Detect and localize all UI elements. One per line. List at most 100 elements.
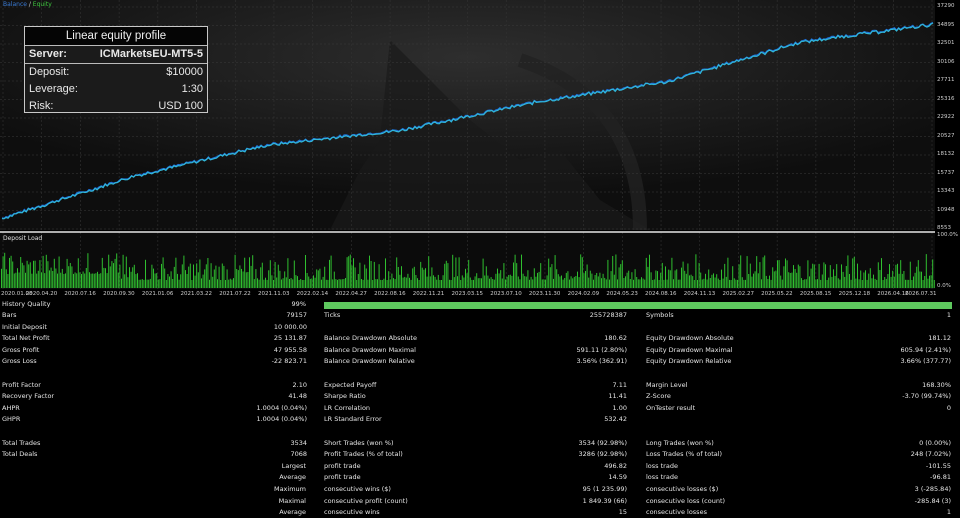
- deposit-load-bar: [186, 274, 188, 288]
- deposit-load-bar: [794, 269, 796, 288]
- deposit-load-bar: [170, 271, 172, 288]
- deposit-load-bar: [593, 279, 594, 288]
- deposit-load-bar: [71, 266, 73, 288]
- deposit-load-bar: [207, 258, 209, 288]
- deposit-load-bar: [557, 274, 559, 288]
- info-box: Linear equity profile Server: ICMarketsE…: [24, 26, 208, 113]
- deposit-load-bar: [317, 270, 319, 288]
- deposit-load-bar: [79, 272, 81, 288]
- report-value: 10 000.00: [273, 322, 307, 331]
- deposit-load-bar: [31, 273, 33, 288]
- report-value: 591.11 (2.80%): [576, 345, 627, 354]
- deposit-load-bar: [853, 256, 855, 288]
- deposit-load-bar: [559, 276, 561, 288]
- deposit-load-bar: [479, 278, 481, 288]
- report-value: 1.00: [612, 403, 627, 412]
- deposit-load-bar: [228, 279, 230, 288]
- deposit-load-bar: [437, 274, 439, 288]
- deposit-load-bar: [714, 277, 716, 288]
- deposit-load-bar: [373, 261, 375, 288]
- x-tick-label: 2025.02.27: [722, 291, 754, 297]
- report-value: [500, 368, 627, 379]
- info-label-leverage: Leverage:: [29, 83, 78, 95]
- deposit-load-bar: [503, 263, 505, 288]
- deposit-load-bar: [791, 272, 793, 288]
- deposit-load-bar: [463, 277, 465, 288]
- x-tick-label: 2022.04.27: [335, 291, 367, 297]
- report-label: Long Trades (won %): [646, 438, 714, 447]
- x-tick-label: 2024.11.13: [683, 291, 716, 297]
- deposit-load-bar: [540, 263, 542, 288]
- report-label: Balance Drawdown Absolute: [324, 334, 417, 343]
- deposit-load-bar: [564, 278, 566, 288]
- deposit-load-bar: [673, 279, 674, 288]
- deposit-load-bar: [657, 271, 658, 288]
- deposit-load-bar: [682, 261, 684, 288]
- report-value: 0 (0.00%): [919, 438, 951, 447]
- deposit-load-bar: [28, 264, 30, 288]
- equity-chart[interactable]: Balance / Equity 37290 34895 32501 30106 277…: [0, 0, 960, 300]
- deposit-load-bar: [276, 277, 278, 288]
- deposit-load-bar: [266, 279, 268, 288]
- report-label: Equity Drawdown Relative: [646, 357, 732, 366]
- deposit-load-bar: [601, 278, 602, 288]
- deposit-load-bar: [729, 279, 730, 288]
- deposit-load-bar: [653, 279, 655, 288]
- deposit-load-bar: [122, 254, 124, 288]
- deposit-load-bar: [708, 269, 710, 288]
- deposit-load-bar: [237, 270, 239, 288]
- deposit-load-bar: [849, 274, 850, 288]
- deposit-load-bar: [42, 255, 44, 288]
- deposit-load-bar: [377, 279, 378, 288]
- report-value: 181.12: [928, 334, 951, 343]
- deposit-load-bar: [836, 264, 838, 288]
- deposit-load-bar: [874, 278, 876, 288]
- deposit-load-bar: [325, 279, 327, 288]
- deposit-load-bar: [113, 263, 114, 288]
- x-tick-label: 2022.11.21: [412, 291, 445, 297]
- deposit-load-bar: [439, 280, 441, 288]
- deposit-load-bar: [591, 273, 593, 288]
- deposit-load-bar: [802, 280, 804, 288]
- deposit-load-bar: [589, 270, 591, 288]
- deposit-load-bar: [146, 279, 148, 288]
- deposit-load-bar: [594, 275, 596, 288]
- deposit-load-bar: [458, 257, 460, 288]
- deposit-load-bar: [17, 268, 18, 288]
- deposit-load-bar: [245, 272, 247, 288]
- deposit-load-bar: [154, 273, 156, 288]
- y-tick-label: 15737: [937, 169, 955, 176]
- deposit-load-bar: [125, 256, 127, 288]
- x-tick-label: 2020.09.30: [103, 291, 135, 297]
- deposit-load-bar: [260, 267, 262, 288]
- deposit-load-bar: [204, 269, 206, 288]
- deposit-load-bar: [74, 272, 76, 288]
- deposit-load-bar: [442, 275, 444, 288]
- deposit-load-bar: [687, 263, 689, 288]
- report-label: consecutive loss (count): [646, 496, 726, 505]
- deposit-load-bar: [799, 266, 801, 288]
- deposit-load-bar: [772, 267, 774, 288]
- report-label: Expected Payoff: [324, 380, 377, 389]
- deposit-load-bar: [349, 254, 351, 288]
- deposit-load-bar: [692, 276, 694, 288]
- deposit-load-bar: [399, 274, 401, 288]
- deposit-load-bar: [47, 261, 49, 288]
- deposit-load-bar: [569, 279, 570, 288]
- report-value: [800, 322, 951, 333]
- deposit-load-bar: [583, 273, 585, 288]
- report-label: OnTester result: [646, 403, 696, 412]
- deposit-load-bar: [703, 278, 705, 288]
- deposit-load-bar: [298, 280, 300, 288]
- deposit-load-bar: [381, 280, 383, 288]
- deposit-load-bar: [388, 271, 390, 288]
- report-value: [170, 461, 307, 472]
- report-label: consecutive wins ($): [324, 485, 391, 493]
- deposit-load-bar: [127, 277, 129, 288]
- report-value: -101.55: [925, 461, 951, 470]
- chart-legend: Balance / Equity: [3, 1, 52, 8]
- deposit-load-bar: [420, 261, 422, 288]
- deposit-load-bar: [469, 277, 471, 288]
- report-value: -3.70 (99.74%): [902, 392, 951, 401]
- deposit-load-bar: [911, 280, 913, 288]
